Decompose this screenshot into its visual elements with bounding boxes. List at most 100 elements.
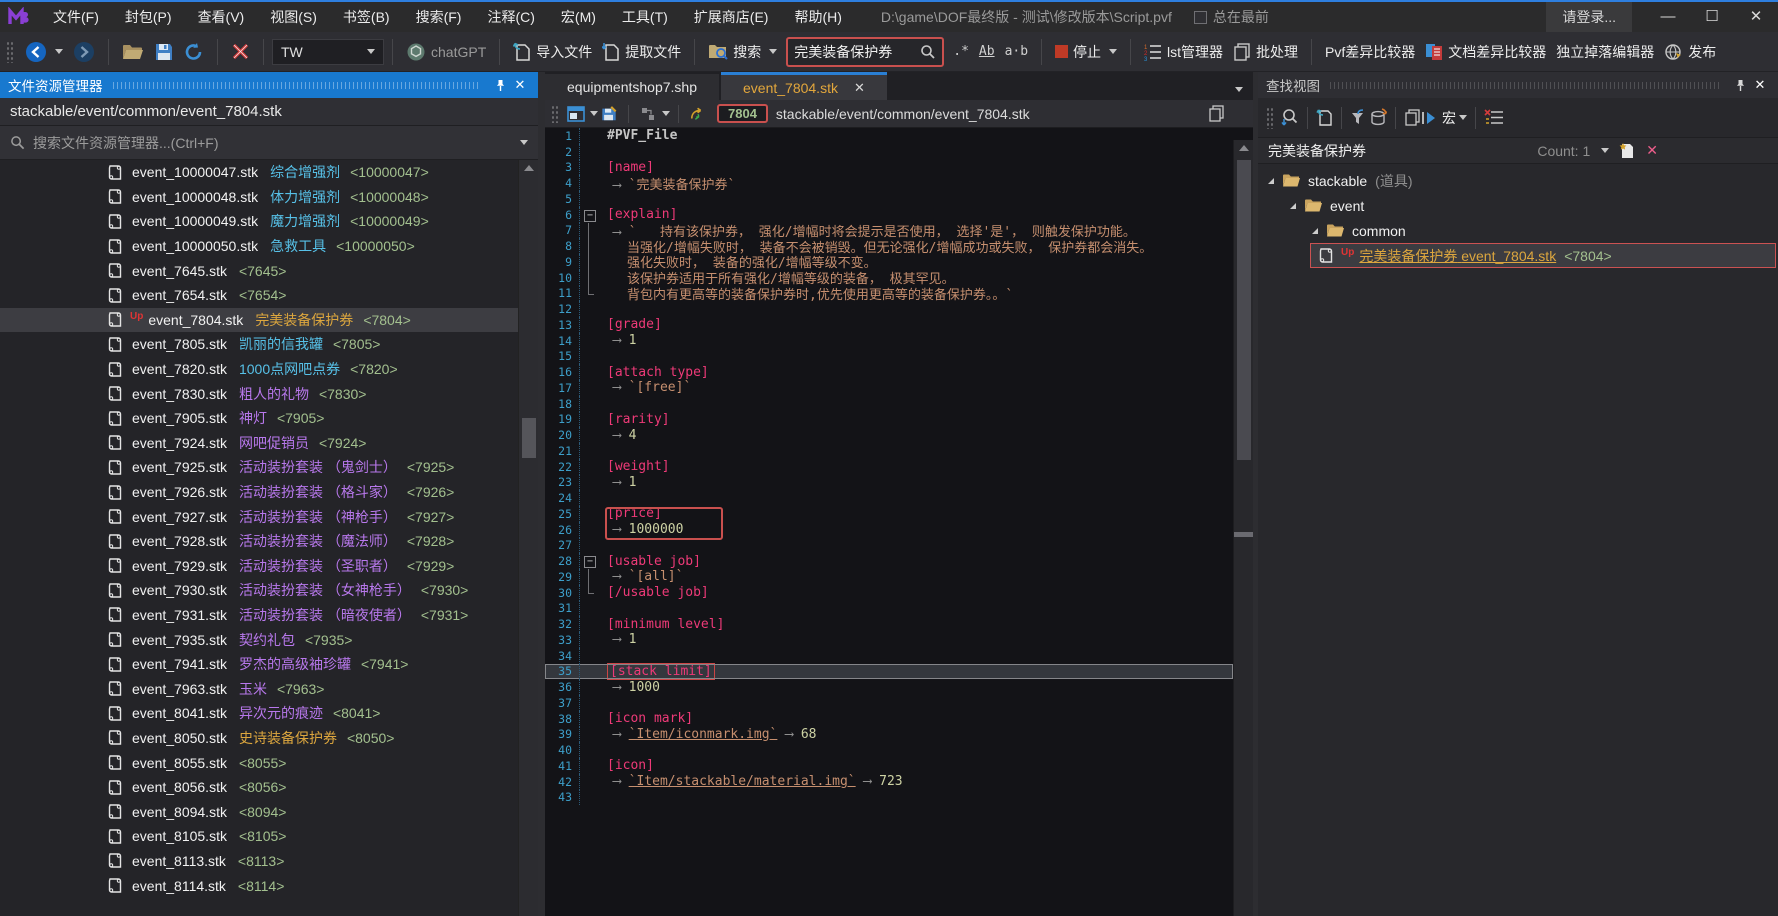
batch-button[interactable]: 批处理	[1228, 39, 1303, 65]
link-nodes-caret[interactable]	[662, 111, 670, 116]
pin-icon[interactable]	[490, 76, 510, 94]
forward-button[interactable]	[68, 38, 100, 66]
back-button[interactable]	[20, 38, 68, 66]
code-line[interactable]: 21	[545, 443, 1233, 459]
code-line[interactable]: 24	[545, 490, 1233, 506]
explorer-search[interactable]: 搜索文件资源管理器...(Ctrl+F)	[0, 126, 538, 160]
code-line[interactable]: 18	[545, 396, 1233, 412]
file-item[interactable]: event_7925.stk活动装扮套装 （鬼剑士）<7925>	[0, 455, 518, 480]
file-item[interactable]: event_7963.stk玉米<7963>	[0, 676, 518, 701]
toolbar-drag-handle[interactable]	[6, 41, 14, 63]
doc-diff-button[interactable]: 文档差异比较器	[1420, 39, 1551, 65]
tab-equipmentshop7[interactable]: equipmentshop7.shp	[545, 74, 719, 100]
refresh-button[interactable]	[179, 39, 209, 65]
code-line[interactable]: 17⟶ `[free]`	[545, 380, 1233, 396]
step-icon[interactable]	[1421, 110, 1438, 126]
file-item[interactable]: event_7929.stk活动装扮套装 （圣职者）<7929>	[0, 554, 518, 579]
delete-button[interactable]	[226, 39, 255, 64]
filter-icon[interactable]	[1350, 108, 1368, 127]
search-input-box[interactable]	[786, 37, 944, 67]
open-folder-button[interactable]	[117, 40, 149, 64]
code-line[interactable]: 2	[545, 144, 1233, 160]
drop-editor-button[interactable]: 独立掉落编辑器	[1551, 39, 1659, 65]
editor-scrollbar[interactable]	[1233, 140, 1253, 916]
code-line[interactable]: 29⟶ `[all]`	[545, 569, 1233, 585]
explorer-scrollbar[interactable]	[518, 160, 538, 916]
clear-list-icon[interactable]	[1484, 109, 1504, 126]
menu-item[interactable]: 视图(S)	[257, 2, 330, 32]
code-line[interactable]: 25[price]	[545, 506, 1233, 522]
file-item[interactable]: event_8105.stk<8105>	[0, 824, 518, 849]
file-item[interactable]: event_8041.stk异次元的痕迹<8041>	[0, 701, 518, 726]
code-line[interactable]: 16[attach type]	[545, 364, 1233, 380]
code-line[interactable]: 39⟶ `Item/iconmark.img` ⟶ 68	[545, 727, 1233, 743]
file-item[interactable]: event_7927.stk活动装扮套装 （神枪手）<7927>	[0, 504, 518, 529]
login-button[interactable]: 请登录...	[1546, 2, 1632, 32]
scroll-up-icon[interactable]	[524, 165, 534, 171]
fold-toggle-icon[interactable]	[579, 553, 603, 569]
fold-toggle-icon[interactable]	[579, 207, 603, 223]
find-copy-icon[interactable]	[1404, 109, 1421, 127]
extract-file-button[interactable]: 提取文件	[597, 39, 686, 65]
save-as-icon[interactable]	[600, 106, 618, 122]
file-item[interactable]: event_7905.stk神灯<7905>	[0, 406, 518, 431]
match-case-toggle[interactable]: Ab	[974, 42, 1000, 61]
tree-item-common[interactable]: common	[1258, 218, 1778, 243]
code-line[interactable]: 15	[545, 349, 1233, 365]
file-item[interactable]: event_7935.stk契约礼包<7935>	[0, 627, 518, 652]
code-line[interactable]: 32[minimum level]	[545, 616, 1233, 632]
expander-icon[interactable]	[1268, 178, 1274, 184]
tree-item-event[interactable]: event	[1258, 193, 1778, 218]
lst-manager-button[interactable]: 123 lst管理器	[1139, 39, 1228, 65]
minimize-button[interactable]: —	[1646, 2, 1690, 32]
publish-button[interactable]: 发布	[1659, 39, 1721, 65]
tab-overflow-caret[interactable]	[1235, 87, 1243, 92]
code-line[interactable]: 20⟶ 4	[545, 427, 1233, 443]
file-item[interactable]: event_7805.stk凯丽的信我罐<7805>	[0, 332, 518, 357]
file-item[interactable]: event_8056.stk<8056>	[0, 775, 518, 800]
file-item[interactable]: event_8113.stk<8113>	[0, 849, 518, 874]
code-line[interactable]: 30[/usable job]	[545, 585, 1233, 601]
code-line[interactable]: 5	[545, 191, 1233, 207]
link-nodes-icon[interactable]	[639, 106, 657, 122]
tab-close-icon[interactable]: ✕	[854, 80, 865, 96]
code-line[interactable]: 22[weight]	[545, 459, 1233, 475]
tree-item-stackable[interactable]: stackable (道具)	[1258, 168, 1778, 193]
explorer-path[interactable]: stackable/event/common/event_7804.stk	[0, 98, 538, 126]
new-result-doc-icon[interactable]	[1619, 142, 1636, 160]
database-refresh-icon[interactable]	[1368, 108, 1387, 127]
tree-item-result-file[interactable]: Up 完美装备保护券 event_7804.stk <7804>	[1310, 243, 1776, 268]
save-button[interactable]	[149, 39, 179, 65]
close-button[interactable]: ✕	[1734, 2, 1778, 32]
code-line[interactable]: 35[stack limit]	[545, 664, 1233, 680]
menu-item[interactable]: 搜索(F)	[403, 2, 475, 32]
window-view-icon[interactable]	[567, 106, 585, 122]
code-line[interactable]: 31	[545, 601, 1233, 617]
explorer-scroll-thumb[interactable]	[522, 418, 536, 458]
file-item[interactable]: event_7930.stk活动装扮套装 （女神枪手）<7930>	[0, 578, 518, 603]
explorer-search-caret[interactable]	[520, 140, 528, 145]
expander-icon[interactable]	[1312, 228, 1318, 234]
find-search-icon[interactable]	[1280, 108, 1299, 127]
maximize-button[interactable]: ☐	[1690, 2, 1734, 32]
menu-item[interactable]: 封包(P)	[112, 2, 185, 32]
splitter-left[interactable]	[538, 72, 545, 916]
code-line[interactable]: 34	[545, 648, 1233, 664]
menu-item[interactable]: 书签(B)	[330, 2, 403, 32]
code-line[interactable]: 19[rarity]	[545, 412, 1233, 428]
code-line[interactable]: 28[usable job]	[545, 553, 1233, 569]
code-line[interactable]: 27	[545, 538, 1233, 554]
chatgpt-button[interactable]: chatGPT	[401, 39, 491, 65]
file-item[interactable]: event_8094.stk<8094>	[0, 799, 518, 824]
file-item[interactable]: event_10000050.stk急救工具<10000050>	[0, 234, 518, 259]
tab-event-7804[interactable]: event_7804.stk ✕	[721, 72, 887, 100]
file-item[interactable]: event_7654.stk<7654>	[0, 283, 518, 308]
count-caret[interactable]	[1601, 148, 1609, 153]
search-input[interactable]	[794, 44, 920, 60]
search-menu-button[interactable]: 搜索	[703, 39, 782, 65]
code-line[interactable]: 43	[545, 790, 1233, 806]
pvf-diff-button[interactable]: Pvf差异比较器	[1320, 39, 1420, 65]
expander-icon[interactable]	[1290, 203, 1296, 209]
find-close-icon[interactable]: ✕	[1750, 76, 1770, 94]
file-item[interactable]: event_10000048.stk体力增强剂<10000048>	[0, 185, 518, 210]
